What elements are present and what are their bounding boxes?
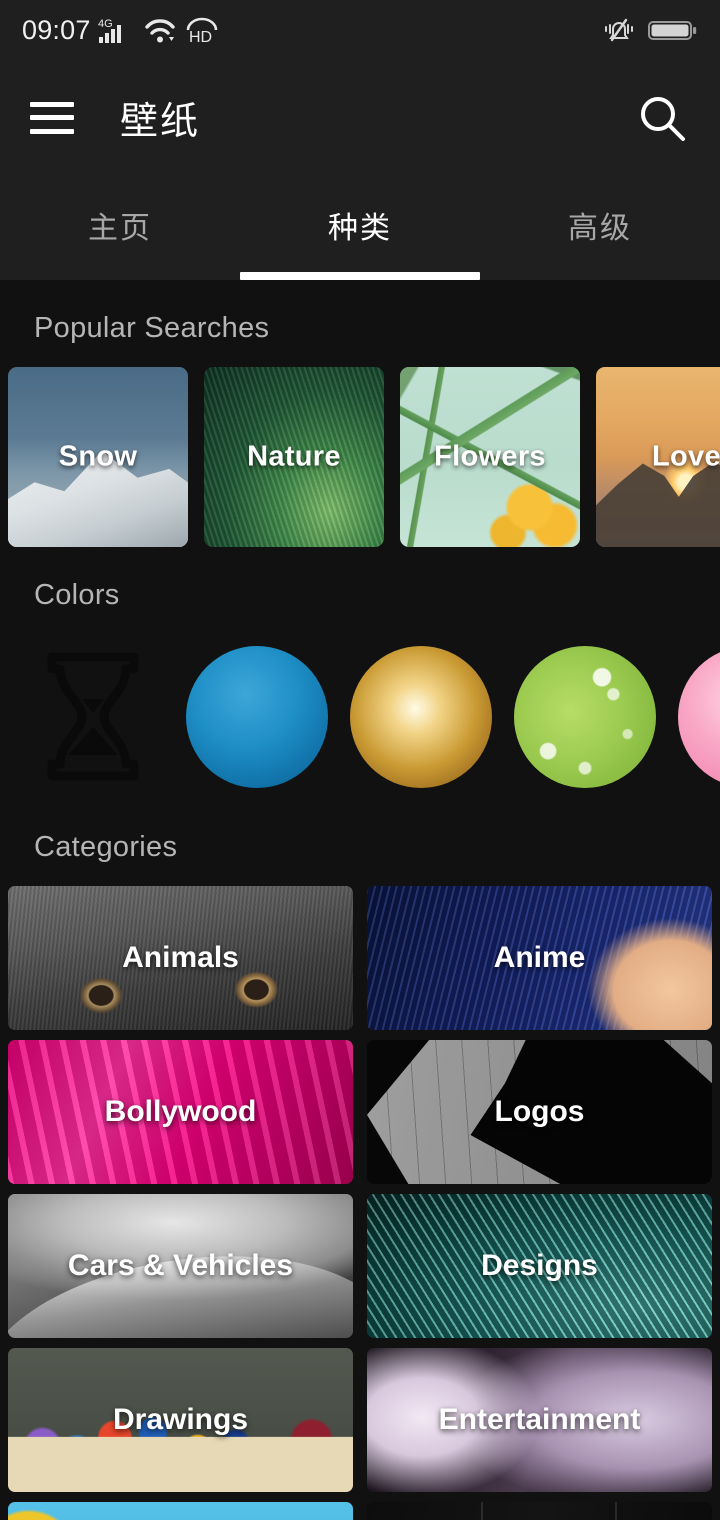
signal-icon: 4G xyxy=(98,15,136,45)
vibrate-icon xyxy=(603,15,635,45)
category-card-anime[interactable]: Anime xyxy=(367,886,712,1030)
status-bar: 09:07 4G HD xyxy=(0,0,720,60)
popular-search-card-snow[interactable]: Snow xyxy=(8,367,188,547)
tab-active-indicator xyxy=(240,272,480,280)
categories-grid: Animals Anime Bollywood Logos Cars & Veh… xyxy=(0,886,720,1520)
colors-carousel[interactable] xyxy=(0,634,720,799)
popular-search-card-flowers[interactable]: Flowers xyxy=(400,367,580,547)
card-label: Designs xyxy=(481,1249,598,1282)
hamburger-line xyxy=(30,115,74,120)
card-label: Love xyxy=(652,440,720,473)
card-label: Bollywood xyxy=(104,1095,257,1128)
color-swatch-blue[interactable] xyxy=(186,645,328,788)
svg-text:HD: HD xyxy=(189,29,212,45)
category-card-partial-right[interactable] xyxy=(367,1502,712,1520)
card-label: Logos xyxy=(494,1095,585,1128)
tab-home[interactable]: 主页 xyxy=(0,175,240,280)
card-thumbnail xyxy=(367,1502,712,1520)
page-title: 壁纸 xyxy=(120,101,201,143)
categories-title: Categories xyxy=(34,831,178,863)
color-swatch-green[interactable] xyxy=(514,645,656,788)
card-label: Anime xyxy=(493,941,586,974)
card-label: Snow xyxy=(58,440,138,473)
card-label: Drawings xyxy=(112,1403,249,1436)
category-card-entertainment[interactable]: Entertainment xyxy=(367,1348,712,1492)
popular-searches-title: Popular Searches xyxy=(34,312,270,344)
colors-title: Colors xyxy=(34,579,120,611)
popular-search-card-nature[interactable]: Nature xyxy=(204,367,384,547)
category-card-partial-left[interactable] xyxy=(8,1502,353,1520)
hamburger-line xyxy=(30,101,74,107)
card-label: Nature xyxy=(247,440,341,473)
category-card-designs[interactable]: Designs xyxy=(367,1194,712,1338)
popular-searches-carousel[interactable]: Snow Nature Flowers Love xyxy=(0,367,720,547)
tab-bar: 主页 种类 高级 xyxy=(0,175,720,280)
status-bar-left: 09:07 4G HD xyxy=(22,15,220,46)
popular-search-card-love[interactable]: Love xyxy=(596,367,720,547)
tab-categories[interactable]: 种类 xyxy=(240,175,480,280)
content-scroll-area[interactable]: Popular Searches Snow Nature Flowers Lov… xyxy=(0,280,720,1520)
card-label: Flowers xyxy=(434,440,546,473)
category-card-bollywood[interactable]: Bollywood xyxy=(8,1040,353,1184)
status-clock: 09:07 xyxy=(22,14,91,45)
tab-label: 高级 xyxy=(568,212,632,245)
card-label: Entertainment xyxy=(438,1403,641,1436)
card-label: Cars & Vehicles xyxy=(67,1249,294,1282)
app-bar: 壁纸 xyxy=(0,60,720,175)
wifi-icon xyxy=(143,15,177,45)
battery-icon xyxy=(648,15,698,45)
tab-advanced[interactable]: 高级 xyxy=(480,175,720,280)
status-bar-right xyxy=(603,15,698,45)
category-card-animals[interactable]: Animals xyxy=(8,886,353,1030)
color-swatch-pink[interactable] xyxy=(678,645,720,788)
card-label: Animals xyxy=(122,941,239,974)
color-swatch-gold[interactable] xyxy=(350,645,492,788)
svg-text:4G: 4G xyxy=(98,18,113,30)
category-card-drawings[interactable]: Drawings xyxy=(8,1348,353,1492)
category-card-logos[interactable]: Logos xyxy=(367,1040,712,1184)
tab-label: 种类 xyxy=(328,212,392,245)
tab-label: 主页 xyxy=(88,212,152,245)
hamburger-line xyxy=(30,128,74,134)
search-icon[interactable] xyxy=(634,90,690,146)
category-card-cars-and-vehicles[interactable]: Cars & Vehicles xyxy=(8,1194,353,1338)
card-thumbnail xyxy=(8,1502,353,1520)
hamburger-menu-icon[interactable] xyxy=(30,101,74,134)
hourglass-icon xyxy=(22,646,164,788)
hd-icon: HD xyxy=(184,15,220,45)
